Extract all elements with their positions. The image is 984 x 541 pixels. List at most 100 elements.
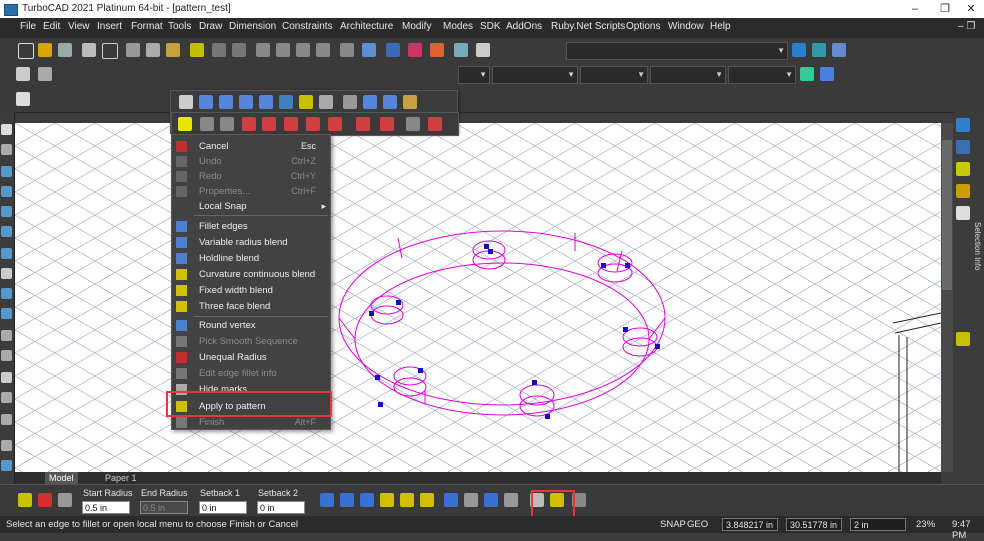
- setback-2-input[interactable]: 0 in: [257, 501, 305, 514]
- popup-row3-12-icon[interactable]: [428, 117, 442, 131]
- select-arrow-icon[interactable]: [1, 124, 12, 135]
- menu-item-edit-edge-fillet-info[interactable]: Edit edge fillet info: [172, 366, 330, 381]
- panel-icon-a[interactable]: [956, 118, 970, 132]
- tab-model[interactable]: Model: [45, 472, 78, 484]
- text-icon[interactable]: [1, 268, 12, 279]
- snap-toggle[interactable]: SNAP: [660, 519, 686, 530]
- settings-icon[interactable]: [1, 460, 12, 471]
- popup-tool-9-icon[interactable]: [363, 95, 377, 109]
- popup-row3-3-icon[interactable]: [220, 117, 234, 131]
- menu-architecture[interactable]: Architecture: [340, 21, 393, 32]
- edit-info-mode-icon[interactable]: [504, 493, 518, 507]
- minimize-button[interactable]: –: [900, 2, 930, 16]
- copy-icon[interactable]: [146, 43, 160, 57]
- cut-icon[interactable]: [126, 43, 140, 57]
- popup-tool-4-icon[interactable]: [259, 95, 273, 109]
- line-icon[interactable]: [1, 186, 12, 197]
- holdline-mode-icon[interactable]: [360, 493, 374, 507]
- menu-item-variable-radius-blend[interactable]: Variable radius blend: [172, 235, 330, 250]
- popup-row3-7-icon[interactable]: [306, 117, 320, 131]
- open-file-icon[interactable]: [38, 43, 52, 57]
- undo-icon[interactable]: [212, 43, 226, 57]
- vertical-scroll-thumb[interactable]: [942, 140, 952, 290]
- edit-pen-icon[interactable]: [1, 440, 12, 451]
- paste-icon[interactable]: [166, 43, 180, 57]
- y-coordinate-field[interactable]: 30.51778 in: [786, 518, 842, 531]
- tool-icon-b[interactable]: [832, 43, 846, 57]
- menu-item-fillet-edges[interactable]: Fillet edges: [172, 219, 330, 234]
- tab-paper-1[interactable]: Paper 1: [101, 472, 141, 484]
- popup-row3-9-icon[interactable]: [356, 117, 370, 131]
- gear-icon[interactable]: [16, 67, 30, 81]
- fillet-edges-mode-icon[interactable]: [320, 493, 334, 507]
- popup-row3-10-icon[interactable]: [380, 117, 394, 131]
- popup-tool-11-icon[interactable]: [403, 95, 417, 109]
- popup-tool-7-icon[interactable]: [319, 95, 333, 109]
- popup-row3-8-icon[interactable]: [328, 117, 342, 131]
- menu-insert[interactable]: Insert: [97, 21, 122, 32]
- modify-icon[interactable]: [1, 308, 12, 319]
- popup-tool-5-icon[interactable]: [279, 95, 293, 109]
- menu-constraints[interactable]: Constraints: [282, 21, 333, 32]
- zoom-out-icon[interactable]: [276, 43, 290, 57]
- menu-sdk[interactable]: SDK: [480, 21, 501, 32]
- hash-grid-icon[interactable]: [16, 92, 30, 106]
- width-combo[interactable]: ▼: [580, 66, 648, 84]
- popup-row3-4-icon[interactable]: [242, 117, 256, 131]
- menu-window[interactable]: Window: [668, 21, 704, 32]
- end-radius-input[interactable]: 0.5 in: [140, 501, 188, 514]
- popup-tool-1-icon[interactable]: [199, 95, 213, 109]
- menu-item-round-vertex[interactable]: Round vertex: [172, 318, 330, 333]
- help-pointer-icon[interactable]: [792, 43, 806, 57]
- menu-item-unequal-radius[interactable]: Unequal Radius: [172, 350, 330, 365]
- move-icon[interactable]: [1, 414, 12, 425]
- wall-icon[interactable]: [1, 330, 12, 341]
- arc-icon[interactable]: [1, 226, 12, 237]
- line-combo[interactable]: ▼: [458, 66, 490, 84]
- start-radius-input[interactable]: 0.5 in: [82, 501, 130, 514]
- popup-tool-10-icon[interactable]: [383, 95, 397, 109]
- menu-help[interactable]: Help: [710, 21, 731, 32]
- menu-item-holdline-blend[interactable]: Holdline blend: [172, 251, 330, 266]
- grid-icon[interactable]: [386, 43, 400, 57]
- popup-tool-2-icon[interactable]: [219, 95, 233, 109]
- render-icon[interactable]: [340, 43, 354, 57]
- geo-toggle[interactable]: GEO: [687, 519, 708, 530]
- menu-item-pick-smooth-sequence[interactable]: Pick Smooth Sequence: [172, 334, 330, 349]
- spell-check-icon[interactable]: [362, 43, 376, 57]
- popup-row3-2-icon[interactable]: [200, 117, 214, 131]
- cancel-x-icon[interactable]: [38, 493, 52, 507]
- panel-icon-f[interactable]: [956, 332, 970, 346]
- menu-modes[interactable]: Modes: [443, 21, 473, 32]
- dimension-icon[interactable]: [1, 288, 12, 299]
- curve-icon[interactable]: [1, 248, 12, 259]
- node-edit-icon[interactable]: [1, 144, 12, 155]
- menu-item-local-snap[interactable]: Local Snap ▸: [172, 199, 330, 214]
- panel-icon-b[interactable]: [956, 140, 970, 154]
- menu-tools[interactable]: Tools: [168, 21, 191, 32]
- point-icon[interactable]: [1, 166, 12, 177]
- check-icon[interactable]: [800, 67, 814, 81]
- menu-item-cancel[interactable]: Cancel Esc: [172, 139, 330, 154]
- popup-tool-6-icon[interactable]: [299, 95, 313, 109]
- menu-format[interactable]: Format: [131, 21, 163, 32]
- print-preview-icon[interactable]: [102, 43, 118, 59]
- popup-row3-6-icon[interactable]: [284, 117, 298, 131]
- popup-row3-1-icon[interactable]: [178, 117, 192, 131]
- setback-1-input[interactable]: 0 in: [199, 501, 247, 514]
- menu-item-fixed-width-blend[interactable]: Fixed width blend: [172, 283, 330, 298]
- library-icon[interactable]: [454, 43, 468, 57]
- menu-item-three-face-blend[interactable]: Three face blend: [172, 299, 330, 314]
- color-combo[interactable]: ▼: [650, 66, 726, 84]
- symbols-icon[interactable]: [1, 392, 12, 403]
- popup-tool-3-icon[interactable]: [239, 95, 253, 109]
- palette-icon[interactable]: [476, 43, 490, 57]
- tool-icon-a[interactable]: [812, 43, 826, 57]
- circle-icon[interactable]: [1, 206, 12, 217]
- zoom-in-icon[interactable]: [256, 43, 270, 57]
- insert-icon[interactable]: [1, 350, 12, 361]
- new-file-icon[interactable]: [18, 43, 34, 59]
- menu-item-undo[interactable]: Undo Ctrl+Z: [172, 154, 330, 169]
- z-coordinate-field[interactable]: 2 in: [850, 518, 906, 531]
- three-face-mode-icon[interactable]: [420, 493, 434, 507]
